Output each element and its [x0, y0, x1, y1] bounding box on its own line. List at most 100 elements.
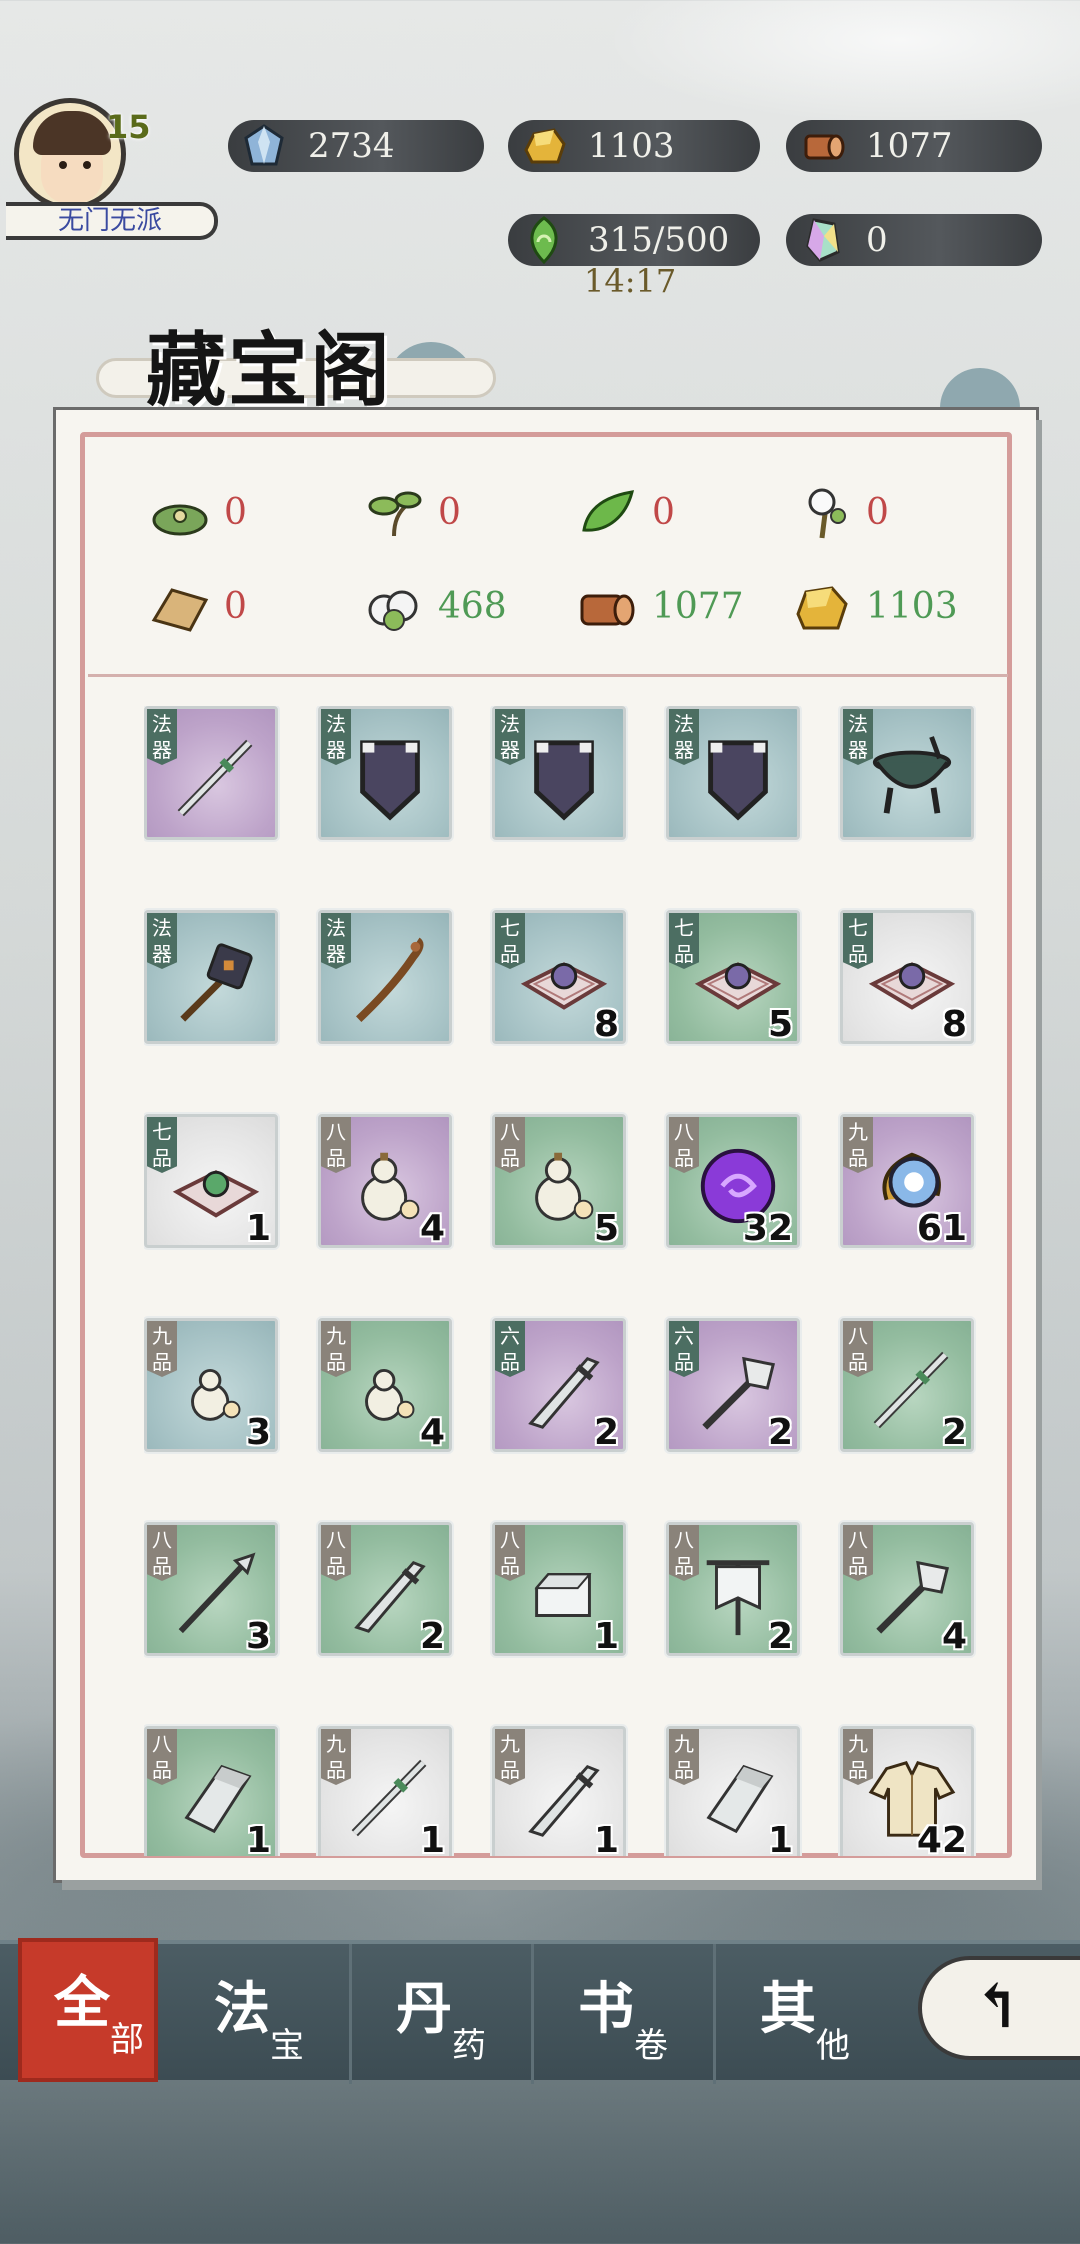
back-arrow-icon: ↰ [972, 1972, 1023, 2042]
back-button[interactable]: ↰ [918, 1956, 1080, 2060]
item-quantity: 3 [245, 1616, 271, 1657]
item-grade-tag: 八品 [669, 1525, 699, 1581]
item-slot[interactable]: 八品 4 [840, 1522, 974, 1657]
tab-label-sub: 药 [452, 2026, 486, 2066]
item-slot[interactable]: 八品 2 [840, 1318, 974, 1453]
tab-label-main: 全 [54, 1970, 110, 2036]
item-quantity: 5 [593, 1208, 619, 1249]
gold-ore-icon [796, 586, 848, 630]
item-grade-tag: 八品 [843, 1525, 873, 1581]
item-slot[interactable]: 七品 8 [492, 910, 626, 1045]
tab-label-main: 其 [760, 1976, 816, 2042]
item-quantity: 8 [941, 1004, 967, 1045]
item-grade-tag: 法器 [495, 709, 525, 765]
item-quantity: 1 [245, 1820, 271, 1856]
material-item[interactable]: 1077 [568, 572, 768, 642]
item-slot[interactable]: 法器 [492, 706, 626, 840]
avatar-eye-left [59, 161, 67, 169]
tab-all[interactable]: 全 部 [18, 1938, 158, 2082]
item-grade-tag: 八品 [495, 1525, 525, 1581]
tab-label-main: 法 [214, 1976, 270, 2042]
section-divider [88, 674, 1008, 677]
sword-icon [177, 739, 253, 817]
item-grade-tag: 九品 [843, 1729, 873, 1785]
resource-energy[interactable]: 315/500 [508, 214, 760, 266]
item-slot[interactable]: 法器 [144, 706, 278, 840]
item-slot[interactable]: 八品 2 [318, 1522, 452, 1657]
item-slot[interactable]: 九品 1 [318, 1726, 452, 1856]
green-leaf-icon [582, 490, 635, 532]
item-grade-tag: 七品 [843, 913, 873, 969]
material-item[interactable]: 1103 [782, 572, 982, 642]
material-count: 1077 [652, 586, 744, 627]
item-slot[interactable]: 法器 [318, 910, 452, 1044]
material-count: 1103 [866, 586, 958, 627]
page-title: 藏宝阁 [146, 323, 392, 417]
avatar-eye-right [83, 161, 91, 169]
resource-wood[interactable]: 1077 [786, 120, 1042, 172]
item-slot[interactable]: 九品 61 [840, 1114, 974, 1249]
item-quantity: 2 [941, 1412, 967, 1453]
item-quantity: 61 [916, 1208, 967, 1249]
tab-scrolls[interactable]: 书 卷 [544, 1944, 716, 2084]
item-grade-tag: 法器 [147, 913, 177, 969]
item-grade-tag: 八品 [321, 1525, 351, 1581]
item-slot[interactable]: 六品 2 [666, 1318, 800, 1453]
item-grade-tag: 九品 [843, 1117, 873, 1173]
player-profile[interactable]: 15 无门无派 [6, 90, 218, 240]
item-slot[interactable]: 九品 1 [492, 1726, 626, 1856]
staff-icon [356, 937, 424, 1023]
item-grade-tag: 六品 [495, 1321, 525, 1377]
item-slot[interactable]: 八品 5 [492, 1114, 626, 1249]
tab-pills[interactable]: 丹 药 [362, 1944, 534, 2084]
item-slot[interactable]: 七品 1 [144, 1114, 278, 1249]
item-slot[interactable]: 法器 [666, 706, 800, 840]
material-item[interactable]: 0 [140, 572, 340, 642]
tab-label-sub: 部 [110, 2020, 144, 2060]
item-slot[interactable]: 九品 4 [318, 1318, 452, 1453]
resource-crystal[interactable]: 0 [786, 214, 1042, 266]
item-slot[interactable]: 八品 3 [144, 1522, 278, 1657]
item-slot[interactable]: 六品 2 [492, 1318, 626, 1453]
tab-treasure[interactable]: 法 宝 [180, 1944, 352, 2084]
item-slot[interactable]: 九品 42 [840, 1726, 974, 1856]
item-grade-tag: 七品 [495, 913, 525, 969]
item-slot[interactable]: 七品 8 [840, 910, 974, 1045]
item-quantity: 4 [419, 1412, 445, 1453]
material-item[interactable]: 0 [782, 478, 982, 548]
item-grade-tag: 八品 [147, 1729, 177, 1785]
player-level: 15 [106, 108, 151, 146]
item-slot[interactable]: 法器 [144, 910, 278, 1044]
item-quantity: 2 [767, 1616, 793, 1657]
item-quantity: 2 [419, 1616, 445, 1657]
resource-spirit-stone[interactable]: 2734 [228, 120, 484, 172]
item-slot[interactable]: 八品 32 [666, 1114, 800, 1249]
material-item[interactable]: 0 [140, 478, 340, 548]
item-slot[interactable]: 九品 3 [144, 1318, 278, 1453]
tab-other[interactable]: 其 他 [726, 1944, 898, 2084]
material-item[interactable]: 0 [354, 478, 554, 548]
avatar-hair [33, 111, 111, 155]
item-slot[interactable]: 八品 4 [318, 1114, 452, 1249]
item-quantity: 2 [593, 1412, 619, 1453]
item-slot[interactable]: 八品 1 [492, 1522, 626, 1657]
item-slot[interactable]: 法器 [318, 706, 452, 840]
material-item[interactable]: 0 [568, 478, 768, 548]
herb-nest-icon [152, 504, 208, 536]
material-count: 0 [438, 492, 461, 533]
item-slot[interactable]: 八品 2 [666, 1522, 800, 1657]
item-slot[interactable]: 八品 1 [144, 1726, 278, 1856]
resource-gold[interactable]: 1103 [508, 120, 760, 172]
player-sect: 无门无派 [6, 202, 218, 240]
item-slot[interactable]: 九品 1 [666, 1726, 800, 1856]
item-quantity: 2 [767, 1412, 793, 1453]
materials-row-2: 0 468 1077 1103 [140, 572, 1000, 642]
item-quantity: 3 [245, 1412, 271, 1453]
item-slot[interactable]: 七品 5 [666, 910, 800, 1045]
item-slot[interactable]: 法器 [840, 706, 974, 840]
item-quantity: 4 [419, 1208, 445, 1249]
jade-energy-icon [530, 216, 558, 264]
material-item[interactable]: 468 [354, 572, 554, 642]
energy-timer: 14:17 [584, 262, 677, 300]
item-grid: 法器法器法器法器法器法器法器七品 8 七品 5 七品 8 七品 1 八品 4 八品 5 八品 32 九品 61… [144, 706, 990, 1856]
